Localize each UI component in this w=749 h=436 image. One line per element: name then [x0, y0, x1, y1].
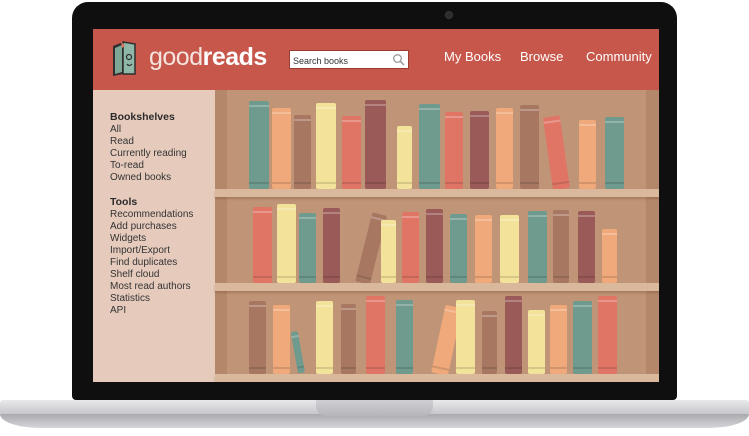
tool-add-purchases[interactable]: Add purchases	[110, 221, 177, 232]
book	[578, 211, 595, 283]
book	[396, 300, 413, 374]
tool-statistics[interactable]: Statistics	[110, 293, 150, 304]
book	[342, 116, 361, 189]
camera	[445, 11, 453, 19]
search-icon[interactable]	[392, 53, 405, 66]
book	[450, 214, 467, 283]
book	[294, 115, 311, 189]
book	[456, 300, 475, 374]
tool-most-read-authors[interactable]: Most read authors	[110, 281, 191, 292]
book	[273, 305, 290, 374]
book-logo-icon[interactable]	[109, 40, 139, 78]
screen: goodreads My Books Browse Community Book…	[93, 29, 659, 382]
book	[528, 211, 547, 283]
tool-recommendations[interactable]: Recommendations	[110, 209, 193, 220]
tool-widgets[interactable]: Widgets	[110, 233, 146, 244]
book	[470, 111, 489, 189]
logo-bold: reads	[202, 43, 268, 71]
shelf-owned-books[interactable]: Owned books	[110, 172, 171, 183]
tool-find-duplicates[interactable]: Find duplicates	[110, 257, 177, 268]
tool-shelf-cloud[interactable]: Shelf cloud	[110, 269, 159, 280]
logo-wordmark[interactable]: goodreads	[149, 43, 267, 72]
book	[553, 210, 569, 283]
book	[605, 117, 624, 189]
shelf-read[interactable]: Read	[110, 136, 134, 147]
book	[381, 220, 396, 283]
book	[482, 311, 497, 374]
book	[573, 301, 592, 374]
book	[341, 304, 356, 374]
shelf-plank-bottom	[215, 374, 659, 382]
search-input[interactable]	[290, 52, 385, 70]
book	[277, 204, 296, 283]
tool-import-export[interactable]: Import/Export	[110, 245, 170, 256]
header: goodreads My Books Browse Community	[93, 29, 659, 90]
book	[426, 209, 443, 283]
book	[272, 108, 291, 189]
book	[365, 100, 386, 189]
book	[249, 101, 269, 189]
book	[253, 207, 272, 283]
shelf-to-read[interactable]: To-read	[110, 160, 144, 171]
shelf-frame-right	[646, 90, 659, 382]
book	[579, 120, 596, 189]
shelf-plank-top	[215, 189, 659, 197]
laptop-base-lip	[0, 414, 749, 428]
book	[505, 296, 522, 374]
book	[397, 126, 412, 189]
tools-heading: Tools	[110, 196, 138, 208]
book	[366, 296, 385, 374]
shelf-all[interactable]: All	[110, 124, 121, 135]
search-box[interactable]	[289, 50, 409, 70]
shelf-currently-reading[interactable]: Currently reading	[110, 148, 187, 159]
book	[475, 215, 492, 283]
book	[550, 305, 567, 374]
tool-api[interactable]: API	[110, 305, 126, 316]
nav-browse[interactable]: Browse	[520, 49, 563, 64]
bookshelves-heading: Bookshelves	[110, 111, 175, 123]
shelf-frame-left	[215, 90, 227, 382]
book	[496, 108, 513, 189]
laptop-notch	[316, 400, 433, 416]
book	[520, 105, 539, 189]
book	[323, 208, 340, 283]
book	[419, 104, 440, 189]
logo-light: good	[149, 43, 203, 71]
nav-my-books[interactable]: My Books	[444, 49, 501, 64]
book	[500, 215, 519, 283]
book	[299, 213, 316, 283]
nav-community[interactable]: Community	[586, 49, 652, 64]
book	[598, 296, 617, 374]
book	[528, 310, 545, 374]
book	[402, 212, 419, 283]
book	[445, 112, 463, 189]
book	[316, 301, 333, 374]
book	[316, 103, 336, 189]
book	[249, 301, 266, 374]
sidebar: Bookshelves All Read Currently reading T…	[93, 90, 215, 382]
shelf-plank-middle	[215, 283, 659, 291]
book	[602, 229, 617, 283]
